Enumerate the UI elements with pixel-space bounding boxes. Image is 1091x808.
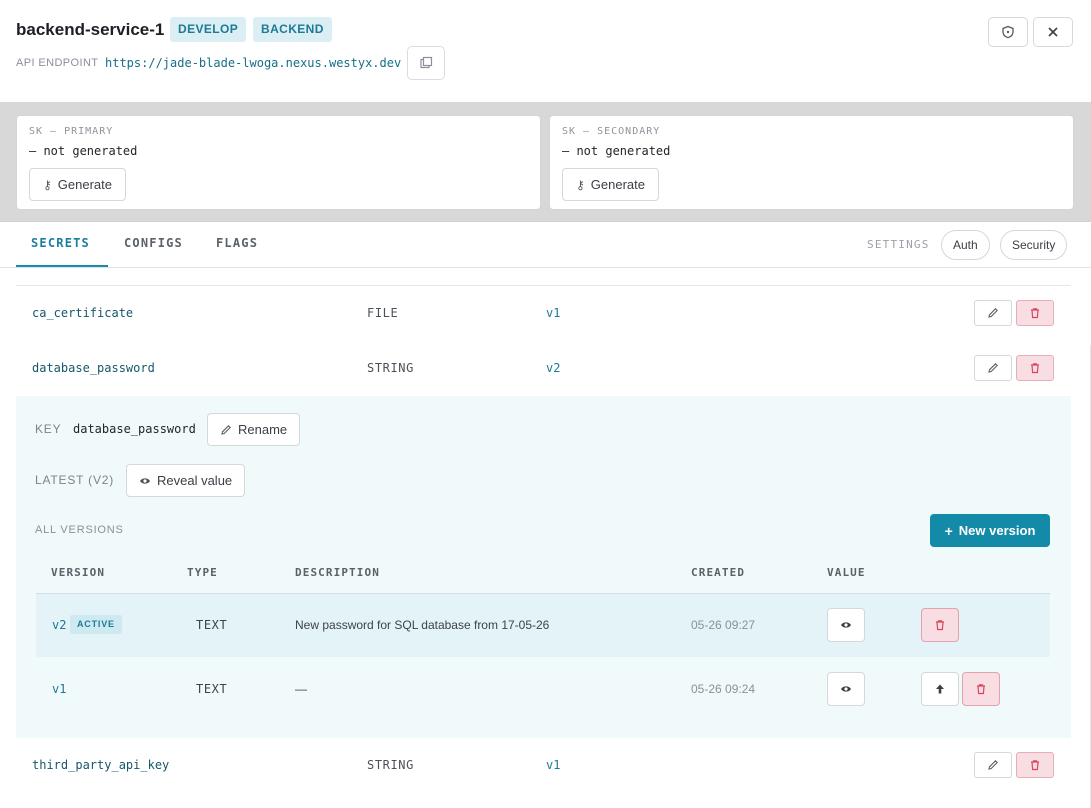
signing-keys-band: SK — PRIMARY — not generated ⚷ Generate … (0, 102, 1091, 222)
col-version: VERSION (51, 566, 106, 579)
api-endpoint-url[interactable]: https://jade-blade-lwoga.nexus.westyx.de… (105, 56, 401, 70)
reveal-value-button[interactable]: Reveal value (126, 464, 246, 497)
col-created: CREATED (691, 566, 746, 579)
arrow-up-icon (936, 684, 944, 694)
auth-settings-button[interactable]: Auth (941, 230, 990, 260)
version-description: — (295, 682, 307, 696)
key-value: database_password (73, 422, 196, 436)
secret-type: STRING (367, 758, 414, 772)
generate-primary-button[interactable]: ⚷ Generate (29, 168, 126, 201)
all-versions-label: ALL VERSIONS (35, 524, 124, 536)
version-id: v1 (52, 682, 67, 696)
col-description: DESCRIPTION (295, 566, 380, 579)
version-row[interactable]: v1 TEXT — 05-26 09:24 (36, 658, 1050, 721)
promote-version-button[interactable] (921, 672, 959, 706)
new-version-label: New version (958, 523, 1036, 538)
secret-key: database_password (32, 361, 155, 375)
col-type: TYPE (187, 566, 218, 579)
delete-button[interactable] (1016, 752, 1054, 778)
new-version-button[interactable]: + New version (930, 514, 1050, 547)
env-badge: DEVELOP (170, 17, 247, 42)
role-badge: BACKEND (253, 17, 332, 42)
trash-icon (1031, 308, 1039, 319)
api-endpoint-label: API ENDPOINT (16, 57, 99, 69)
delete-button[interactable] (1016, 355, 1054, 381)
secret-version: v1 (546, 306, 561, 320)
edit-button[interactable] (974, 355, 1012, 381)
service-header: backend-service-1 DEVELOP BACKEND API EN… (0, 0, 1091, 102)
security-info-button[interactable] (988, 17, 1028, 47)
secret-row[interactable]: ca_certificate FILE v1 (16, 286, 1071, 341)
version-type: TEXT (196, 682, 228, 696)
reveal-label: Reveal value (157, 473, 233, 488)
version-created: 05-26 09:27 (691, 618, 756, 632)
trash-icon (936, 620, 944, 631)
secret-version: v2 (546, 361, 561, 375)
version-description: New password for SQL database from 17-05… (295, 618, 550, 632)
key-icon: ⚷ (576, 177, 585, 192)
eye-icon (140, 477, 150, 484)
trash-icon (1031, 363, 1039, 374)
rename-label: Rename (238, 422, 288, 437)
secret-type: STRING (367, 361, 414, 375)
active-tab-indicator (16, 265, 108, 267)
tab-secrets[interactable]: SECRETS (31, 236, 90, 250)
secret-key: third_party_api_key (32, 758, 170, 772)
pencil-icon (988, 308, 998, 318)
view-value-button[interactable] (827, 672, 865, 706)
pencil-icon (988, 363, 998, 373)
tab-configs[interactable]: CONFIGS (124, 236, 183, 250)
secret-detail-panel: KEY database_password Rename LATEST (V2)… (16, 396, 1071, 738)
sk-primary-label: SK — PRIMARY (29, 126, 114, 137)
edit-button[interactable] (974, 752, 1012, 778)
rename-button[interactable]: Rename (207, 413, 301, 446)
version-type: TEXT (196, 618, 228, 632)
settings-label: SETTINGS (867, 238, 930, 251)
sk-secondary-card: SK — SECONDARY — not generated ⚷ Generat… (549, 115, 1074, 210)
shield-icon (1002, 25, 1014, 39)
version-row[interactable]: v2 ACTIVE TEXT New password for SQL data… (36, 594, 1050, 657)
sk-primary-card: SK — PRIMARY — not generated ⚷ Generate (16, 115, 541, 210)
latest-version-label: LATEST (V2) (35, 473, 115, 487)
close-button[interactable] (1033, 17, 1073, 47)
version-id: v2 (52, 618, 67, 632)
sk-secondary-label: SK — SECONDARY (562, 126, 661, 137)
trash-icon (977, 684, 985, 695)
col-value: VALUE (827, 566, 866, 579)
sk-secondary-value: — not generated (562, 144, 671, 158)
secret-key: ca_certificate (32, 306, 134, 320)
secret-type: FILE (367, 306, 399, 320)
copy-url-button[interactable] (407, 46, 445, 80)
secret-row[interactable]: third_party_api_key STRING v1 (16, 738, 1071, 793)
generate-label: Generate (590, 177, 645, 192)
copy-icon (420, 56, 433, 69)
security-settings-button[interactable]: Security (1000, 230, 1068, 260)
key-label: KEY (35, 422, 62, 436)
close-icon (1048, 27, 1058, 37)
active-badge: ACTIVE (70, 615, 122, 634)
key-icon: ⚷ (43, 177, 52, 192)
secret-version: v1 (546, 758, 561, 772)
plus-icon: + (944, 522, 953, 539)
edit-button[interactable] (974, 300, 1012, 326)
tab-bar: SECRETS CONFIGS FLAGS SETTINGS Auth Secu… (0, 223, 1091, 268)
version-created: 05-26 09:24 (691, 682, 756, 696)
pencil-icon (988, 760, 998, 770)
delete-version-button[interactable] (921, 608, 959, 642)
delete-version-button[interactable] (962, 672, 1000, 706)
service-title: backend-service-1 (16, 20, 165, 39)
generate-label: Generate (57, 177, 112, 192)
trash-icon (1031, 760, 1039, 771)
sk-primary-value: — not generated (29, 144, 138, 158)
eye-icon (841, 686, 851, 692)
view-value-button[interactable] (827, 608, 865, 642)
delete-button[interactable] (1016, 300, 1054, 326)
pencil-icon (221, 424, 231, 435)
eye-icon (841, 622, 851, 628)
generate-secondary-button[interactable]: ⚷ Generate (562, 168, 659, 201)
secret-row[interactable]: database_password STRING v2 (16, 341, 1071, 396)
tab-flags[interactable]: FLAGS (216, 236, 258, 250)
